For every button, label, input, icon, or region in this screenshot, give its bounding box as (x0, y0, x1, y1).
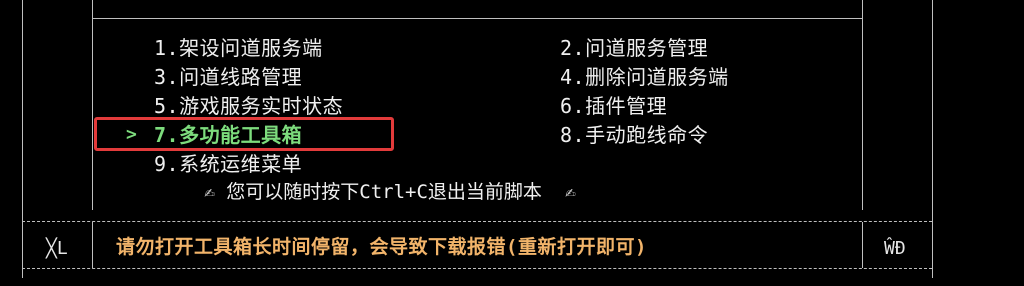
writing-hand-icon: ✍ (564, 182, 576, 203)
menu-item-7-selected[interactable]: 7.多功能工具箱 (154, 123, 302, 147)
inner-right-border (862, 0, 863, 210)
top-divider (92, 18, 862, 19)
frame-left-border (22, 0, 23, 278)
toolbox-warning: 请勿打开工具箱长时间停留，会导致下载报错(重新打开即可) (116, 236, 647, 258)
menu-item-3[interactable]: 3.问道线路管理 (154, 65, 302, 89)
menu-item-1[interactable]: 1.架设问道服务端 (154, 36, 323, 60)
footer-right-separator (862, 222, 863, 268)
exit-hint-text: 您可以随时按下Ctrl+C退出当前脚本 (226, 181, 542, 203)
footer-top-divider (22, 221, 932, 222)
writing-hand-icon: ✍ (204, 182, 215, 203)
menu-item-9[interactable]: 9.系统运维菜单 (154, 152, 302, 176)
exit-hint: ✍ 您可以随时按下Ctrl+C退出当前脚本 ✍ (204, 180, 576, 205)
footer-left-label: ╳L (46, 238, 68, 259)
menu-item-6[interactable]: 6.插件管理 (560, 94, 667, 118)
menu-item-8[interactable]: 8.手动跑线命令 (560, 123, 708, 147)
menu-item-2[interactable]: 2.问道服务管理 (560, 36, 708, 60)
selection-arrow: > (126, 124, 137, 145)
footer-left-separator (92, 222, 93, 268)
menu-item-4[interactable]: 4.删除问道服务端 (560, 65, 729, 89)
footer-right-label: ŴĐ (884, 238, 906, 259)
footer-bottom-divider (22, 268, 932, 269)
inner-left-border (92, 0, 93, 210)
menu-item-5[interactable]: 5.游戏服务实时状态 (154, 94, 343, 118)
frame-right-border (932, 0, 933, 278)
